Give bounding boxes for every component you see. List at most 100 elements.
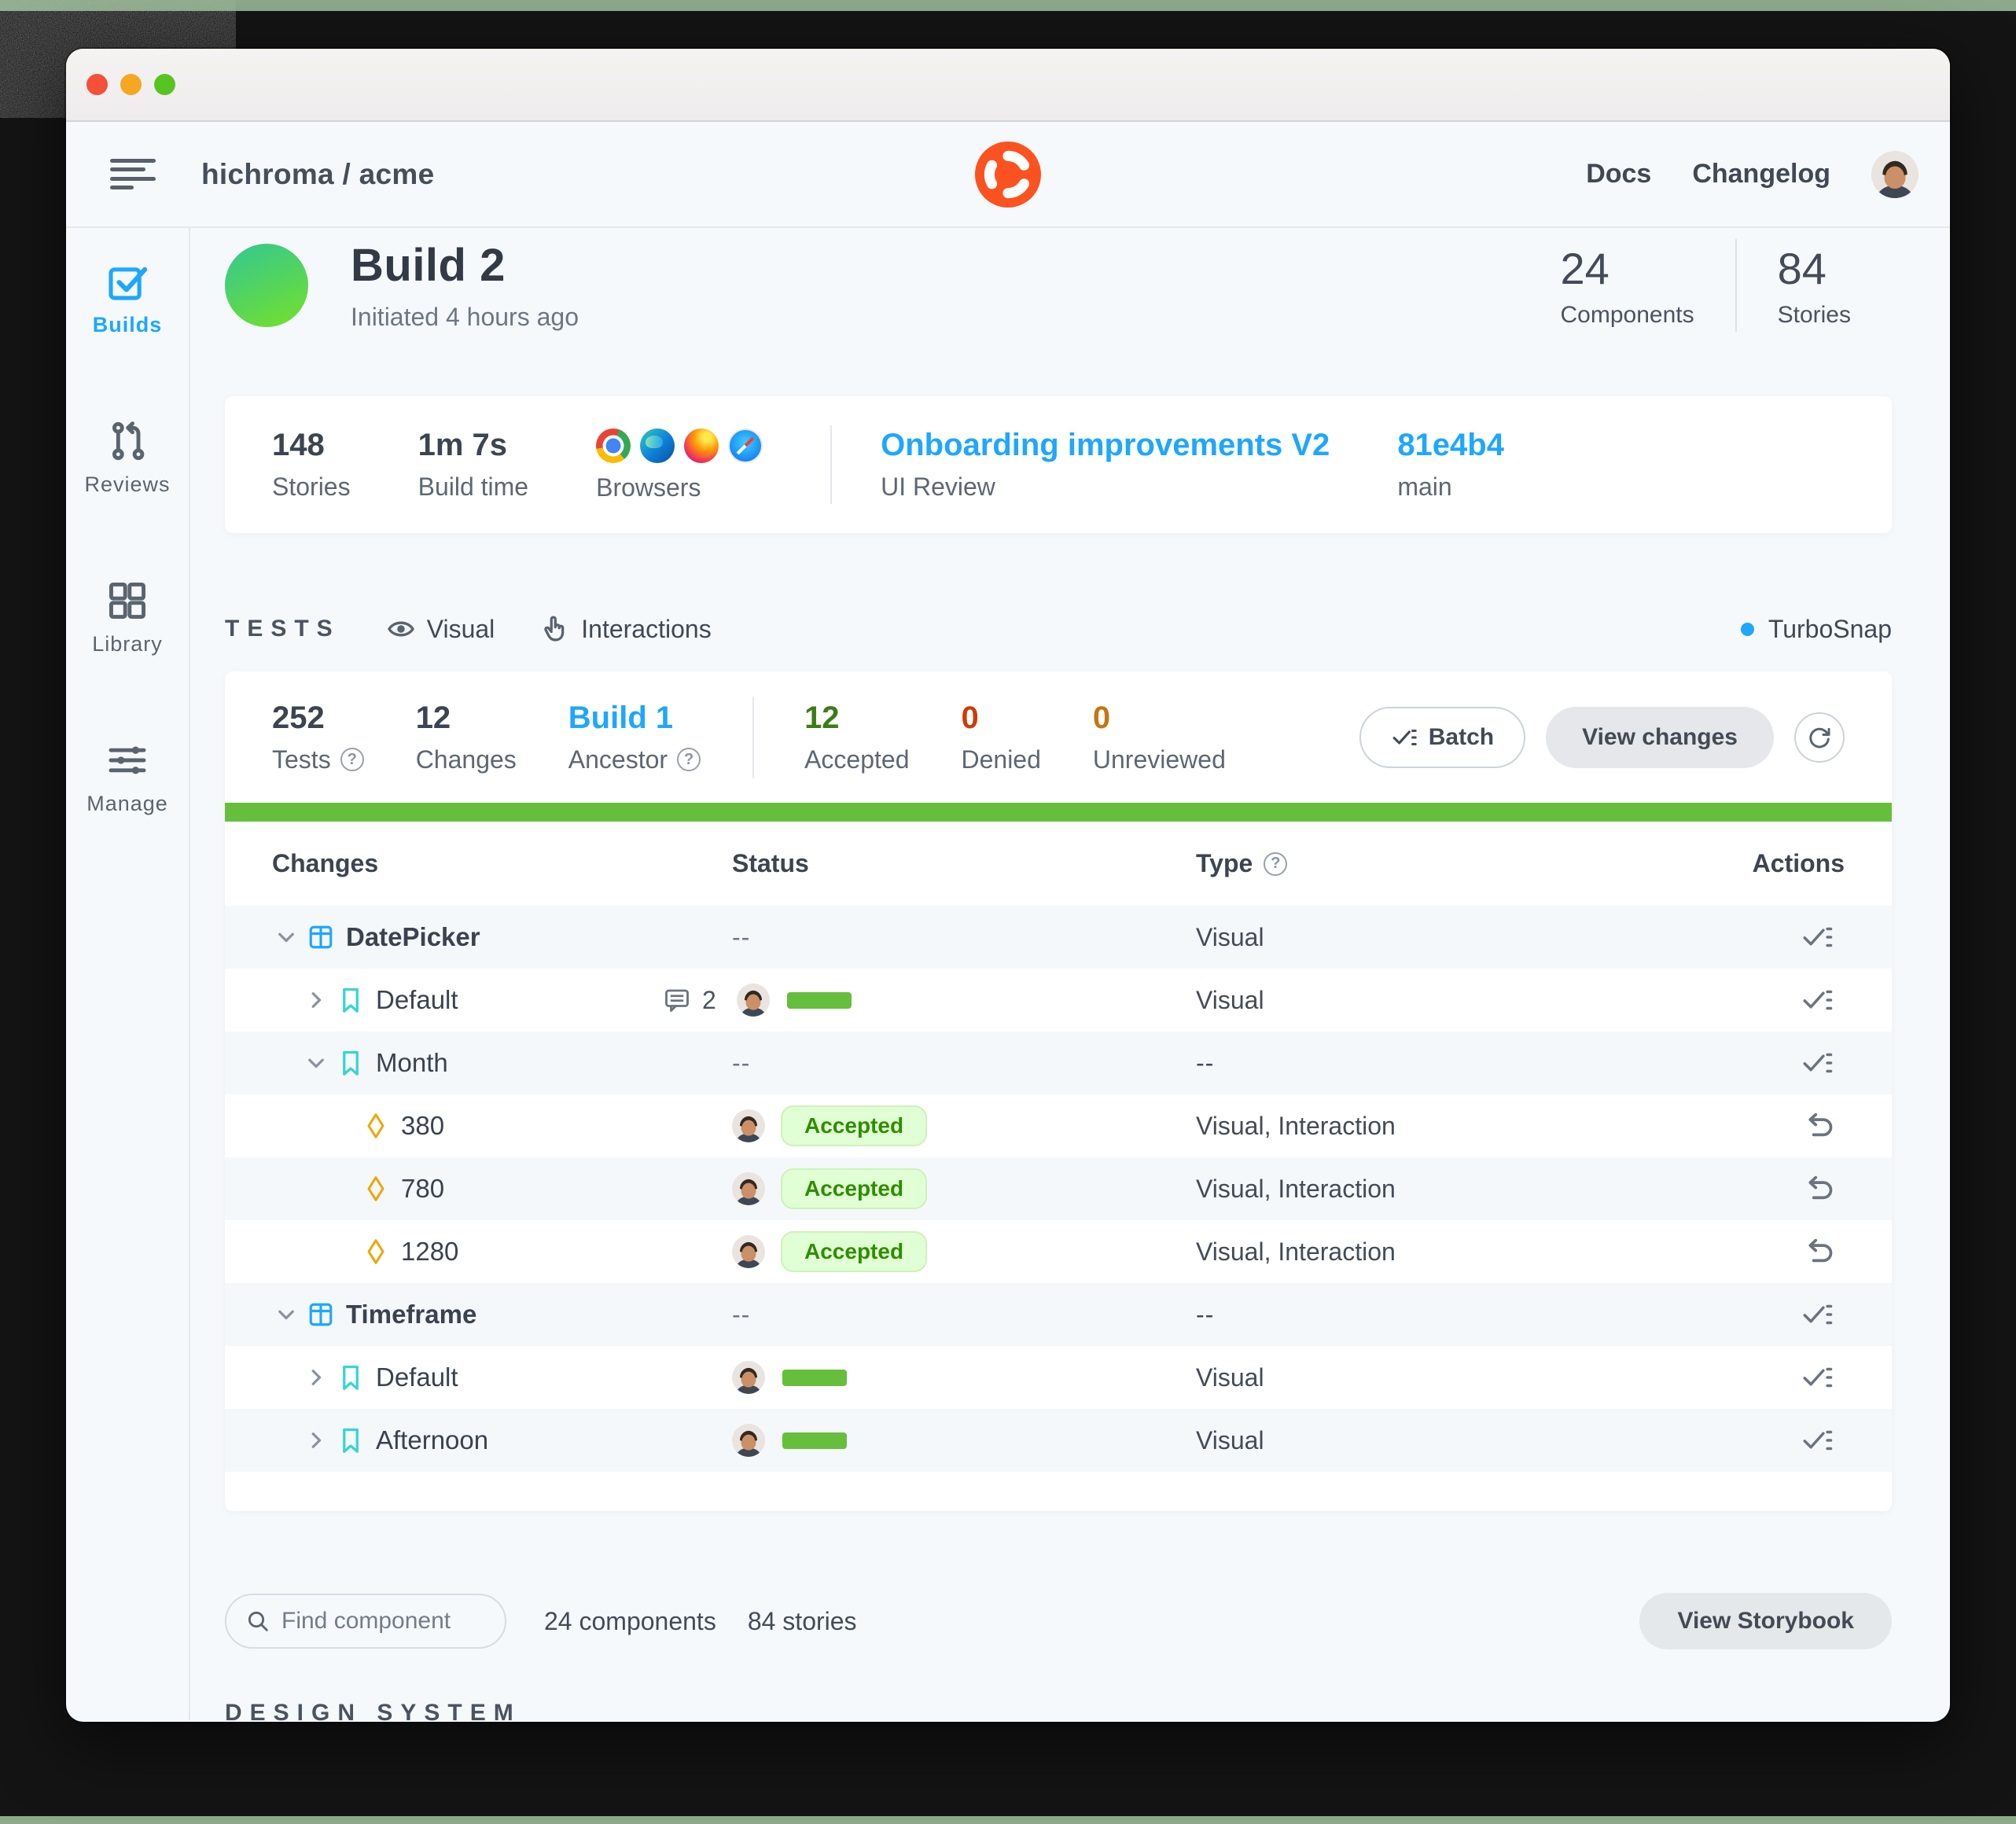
table-footer-spacer: [225, 1472, 1892, 1511]
nav-changelog-link[interactable]: Changelog: [1692, 159, 1830, 189]
search-input[interactable]: [281, 1608, 486, 1635]
batch-accept-icon[interactable]: [1801, 1361, 1834, 1394]
pointer-hand-icon: [540, 614, 570, 644]
build-status-badge: [225, 244, 308, 327]
tests-help-icon[interactable]: ?: [340, 748, 364, 771]
reviewer-avatar: [732, 1424, 765, 1457]
chevron-right-icon[interactable]: [302, 1363, 330, 1392]
table-row[interactable]: Default 2 Visual: [225, 969, 1892, 1032]
table-row[interactable]: 380 Accepted Visual, Interaction: [225, 1094, 1892, 1157]
view-storybook-button[interactable]: View Storybook: [1639, 1593, 1892, 1649]
stat-denied: 0 Denied: [961, 701, 1040, 774]
breadcrumb[interactable]: hichroma / acme: [201, 158, 435, 191]
row-name-cell: Afternoon: [272, 1425, 732, 1455]
stat-tests: 252 Tests?: [272, 701, 364, 774]
snapshot-bar[interactable]: [787, 992, 852, 1009]
chevron-down-icon[interactable]: [272, 1300, 300, 1329]
eye-icon: [386, 614, 416, 644]
type-help-icon[interactable]: ?: [1264, 852, 1287, 876]
sidebar-item-reviews[interactable]: Reviews: [84, 419, 170, 497]
table-row[interactable]: Timeframe -- --: [225, 1283, 1892, 1346]
batch-accept-icon[interactable]: [1801, 984, 1834, 1017]
chevron-right-icon[interactable]: [302, 986, 330, 1014]
visual-toggle[interactable]: Visual: [386, 614, 495, 644]
main-content: Build 2 Initiated 4 hours ago 24 Compone…: [190, 228, 1950, 1720]
chromatic-logo-icon[interactable]: [975, 142, 1041, 208]
reviewer-avatar: [732, 1109, 765, 1142]
review-link[interactable]: Onboarding improvements V2: [881, 428, 1330, 463]
edge-browser-icon: [640, 428, 675, 463]
menu-icon[interactable]: [110, 159, 156, 190]
sidebar-item-manage[interactable]: Manage: [86, 738, 168, 816]
sidebar-item-label: Manage: [86, 792, 168, 816]
table-row[interactable]: DatePicker -- Visual: [225, 906, 1892, 969]
snapshot-bar[interactable]: [782, 1432, 847, 1449]
table-row[interactable]: Month -- --: [225, 1032, 1892, 1094]
grid-icon: [105, 579, 149, 623]
ancestor-build-link[interactable]: Build 1: [568, 701, 701, 736]
firefox-browser-icon: [684, 428, 719, 463]
viewport-diamond-icon: [362, 1112, 390, 1140]
undo-icon[interactable]: [1801, 1235, 1834, 1268]
commit-link[interactable]: 81e4b4: [1397, 428, 1504, 463]
turbosnap-indicator[interactable]: TurboSnap: [1741, 615, 1892, 644]
batch-accept-icon[interactable]: [1801, 1298, 1834, 1331]
row-name-cell: 1280: [272, 1237, 732, 1267]
chevron-right-icon[interactable]: [302, 1426, 330, 1454]
comment-icon: [663, 986, 691, 1014]
table-row[interactable]: Afternoon Visual: [225, 1409, 1892, 1472]
row-type-cell: Visual, Interaction: [1196, 1175, 1636, 1204]
view-changes-button[interactable]: View changes: [1546, 707, 1774, 768]
page-title: Build 2: [351, 239, 579, 292]
batch-accept-icon[interactable]: [1801, 921, 1834, 954]
row-name: Default: [376, 985, 458, 1015]
component-icon: [307, 923, 335, 951]
build-counts: 24 Components 84 Stories: [1520, 239, 1892, 332]
close-window-button[interactable]: [86, 74, 108, 95]
build-progress-bar: [225, 803, 1892, 822]
undo-icon[interactable]: [1801, 1172, 1834, 1205]
batch-accept-icon[interactable]: [1801, 1046, 1834, 1079]
viewport-diamond-icon: [362, 1237, 390, 1266]
row-type-cell: --: [1196, 1300, 1636, 1329]
row-name-cell: Default: [272, 1362, 732, 1392]
batch-accept-icon[interactable]: [1801, 1424, 1834, 1457]
ancestor-help-icon[interactable]: ?: [677, 748, 701, 771]
row-name-cell: 380: [272, 1111, 732, 1141]
interactions-toggle[interactable]: Interactions: [540, 614, 711, 644]
table-row[interactable]: Default Visual: [225, 1346, 1892, 1409]
app-header: hichroma / acme Docs Changelog: [66, 122, 1950, 228]
chevron-down-icon[interactable]: [272, 923, 300, 951]
row-type-cell: Visual, Interaction: [1196, 1112, 1636, 1141]
refresh-button[interactable]: [1794, 712, 1845, 763]
zoom-window-button[interactable]: [154, 74, 175, 95]
row-name: 1280: [401, 1237, 458, 1267]
sidebar-item-builds[interactable]: Builds: [93, 259, 163, 337]
table-row[interactable]: 780 Accepted Visual, Interaction: [225, 1157, 1892, 1220]
chevron-down-icon[interactable]: [302, 1049, 330, 1077]
batch-button[interactable]: Batch: [1359, 707, 1525, 768]
table-row[interactable]: 1280 Accepted Visual, Interaction: [225, 1220, 1892, 1283]
undo-icon[interactable]: [1801, 1109, 1834, 1142]
build-summary-card: 148 Stories 1m 7s Build time: [225, 396, 1892, 533]
test-stats-row: 252 Tests? 12 Changes Build 1 Ancestor?: [225, 671, 1892, 803]
reviewer-avatar: [732, 1235, 765, 1268]
sidebar-item-library[interactable]: Library: [92, 579, 163, 656]
snapshot-bar[interactable]: [782, 1370, 847, 1386]
reviewer-avatar: [732, 1361, 765, 1394]
row-status-cell: Accepted: [732, 1231, 1196, 1272]
header-nav: Docs Changelog: [1586, 151, 1919, 198]
row-name-cell: 780: [272, 1174, 732, 1204]
batch-check-icon: [1391, 724, 1418, 751]
sliders-icon: [105, 738, 149, 782]
minimize-window-button[interactable]: [120, 74, 142, 95]
user-avatar[interactable]: [1871, 151, 1919, 198]
comment-count[interactable]: 2: [663, 986, 716, 1015]
search-field[interactable]: [225, 1594, 506, 1649]
component-icon: [307, 1300, 335, 1329]
turbosnap-dot-icon: [1741, 623, 1754, 636]
nav-docs-link[interactable]: Docs: [1586, 159, 1651, 189]
changes-table-body: DatePicker -- Visual: [225, 906, 1892, 1472]
row-name: 380: [401, 1111, 444, 1141]
row-status-cell: --: [732, 1300, 1196, 1329]
